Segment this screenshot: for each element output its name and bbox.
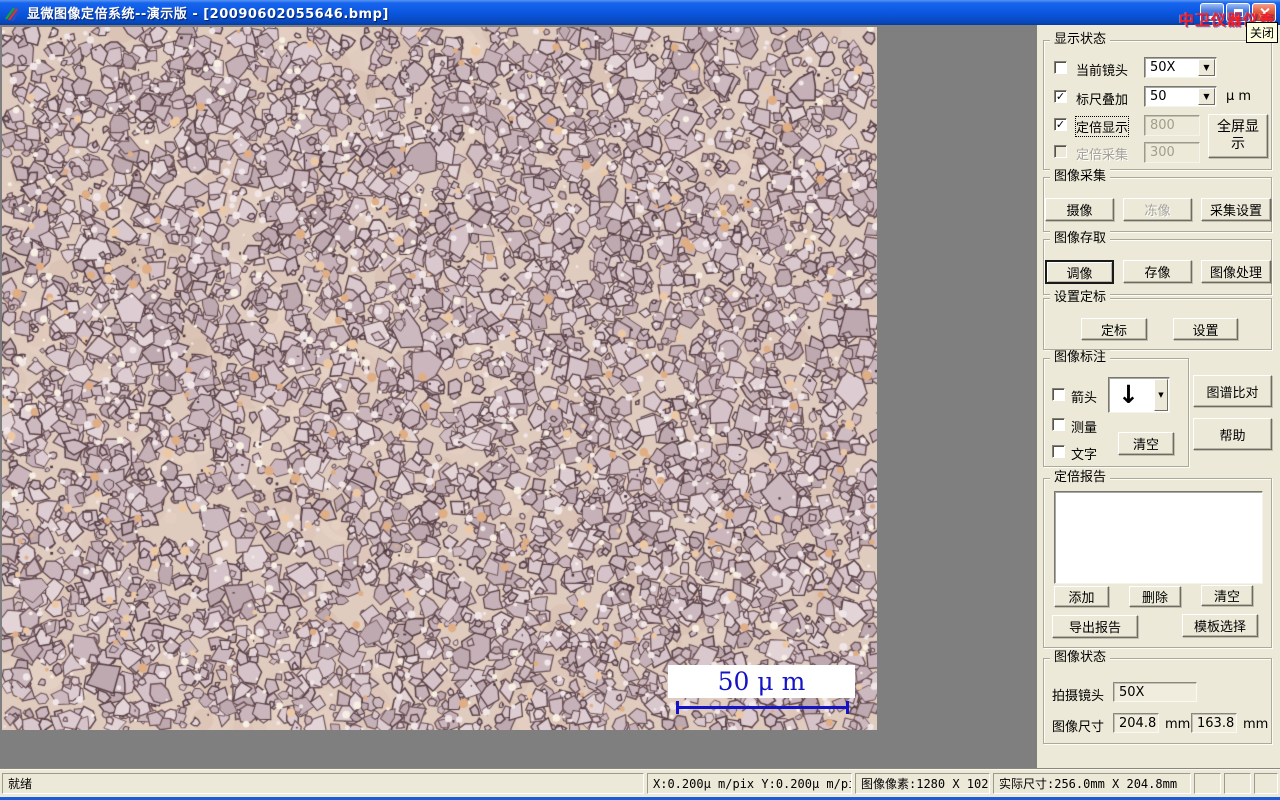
status-empty-1 xyxy=(1194,773,1221,794)
settings-button[interactable]: 设置 xyxy=(1173,318,1238,340)
export-report-button[interactable]: 导出报告 xyxy=(1052,615,1138,638)
fixed-display-label[interactable]: 定倍显示 xyxy=(1074,116,1130,137)
group-title: 图像状态 xyxy=(1050,650,1111,666)
close-tooltip: 关闭 xyxy=(1245,22,1278,43)
status-bar: 就绪 X:0.200μ m/pix Y:0.200μ m/pix 图像像素:12… xyxy=(0,768,1280,797)
micrograph-image[interactable] xyxy=(2,27,877,730)
group-title: 设置定标 xyxy=(1050,290,1111,306)
fixed-capture-input: 300 xyxy=(1144,142,1200,163)
fixed-capture-checkbox xyxy=(1054,145,1067,158)
shooting-lens-label: 拍摄镜头 xyxy=(1052,689,1105,704)
group-title: 图像存取 xyxy=(1050,231,1111,247)
report-clear-button[interactable]: 清空 xyxy=(1201,585,1253,606)
template-select-button[interactable]: 模板选择 xyxy=(1182,614,1258,637)
image-viewport: 50 μ m xyxy=(0,25,1037,768)
group-image-status: 图像状态 拍摄镜头 50X 图像尺寸 204.8 mm 163.8 mm xyxy=(1043,650,1272,744)
capture-video-button[interactable]: 摄像 xyxy=(1045,198,1114,221)
report-delete-button[interactable]: 删除 xyxy=(1129,586,1181,607)
window-title: 显微图像定倍系统--演示版 - [20090602055646.bmp] xyxy=(27,7,389,22)
control-panel: 显示状态 当前镜头 50X ▼ ✓ 标尺叠加 50 ▼ μ m ✓ 定倍显示 8… xyxy=(1037,25,1280,768)
current-lens-value: 50X xyxy=(1150,60,1176,75)
current-lens-label: 当前镜头 xyxy=(1076,64,1129,79)
image-size-label: 图像尺寸 xyxy=(1052,720,1105,735)
current-lens-dropdown[interactable]: 50X ▼ xyxy=(1144,57,1217,78)
app-icon xyxy=(5,6,21,21)
report-add-button[interactable]: 添加 xyxy=(1054,586,1109,607)
scale-bar-label: 50 μ m xyxy=(668,665,855,698)
app-window: 显微图像定倍系统--演示版 - [20090602055646.bmp] 中卫仪… xyxy=(0,0,1280,800)
height-unit-label: mm xyxy=(1243,717,1269,732)
scale-bar-line xyxy=(676,701,849,714)
status-pixel-scale: X:0.200μ m/pix Y:0.200μ m/pix xyxy=(647,773,852,794)
ruler-value-dropdown[interactable]: 50 ▼ xyxy=(1144,86,1217,107)
fixed-display-input: 800 xyxy=(1144,115,1200,136)
status-actual-size: 实际尺寸:256.0mm X 204.8mm xyxy=(993,773,1191,794)
dropdown-arrow-icon[interactable]: ▼ xyxy=(1154,379,1168,411)
atlas-compare-button[interactable]: 图谱比对 xyxy=(1193,375,1272,407)
text-checkbox[interactable] xyxy=(1052,445,1065,458)
status-ready: 就绪 xyxy=(2,773,644,794)
fullscreen-button[interactable]: 全屏显示 xyxy=(1208,114,1268,158)
measure-label: 测量 xyxy=(1071,421,1098,436)
ruler-overlay-checkbox[interactable]: ✓ xyxy=(1054,90,1067,103)
arrow-label: 箭头 xyxy=(1071,391,1098,406)
status-empty-2 xyxy=(1224,773,1251,794)
image-height-value: 163.8 xyxy=(1191,713,1237,733)
dropdown-arrow-icon[interactable]: ▼ xyxy=(1198,88,1215,105)
freeze-button: 冻像 xyxy=(1123,198,1192,221)
group-title: 显示状态 xyxy=(1050,32,1111,48)
group-calibration: 设置定标 定标 设置 xyxy=(1043,290,1272,350)
annotation-clear-button[interactable]: 清空 xyxy=(1118,432,1174,455)
help-button[interactable]: 帮助 xyxy=(1193,418,1272,450)
group-title: 图像标注 xyxy=(1050,350,1111,366)
group-storage: 图像存取 调像 存像 图像处理 xyxy=(1043,231,1272,295)
dropdown-arrow-icon[interactable]: ▼ xyxy=(1198,59,1215,76)
image-processing-button[interactable]: 图像处理 xyxy=(1201,260,1271,283)
fixed-capture-label: 定倍采集 xyxy=(1076,148,1129,163)
width-unit-label: mm xyxy=(1165,717,1191,732)
report-listbox[interactable] xyxy=(1054,491,1263,584)
arrow-style-icon: ↓ xyxy=(1118,380,1139,409)
text-label: 文字 xyxy=(1071,448,1098,463)
group-title: 图像采集 xyxy=(1050,169,1111,185)
group-annotation: 图像标注 箭头 测量 文字 ↓ ▼ 清空 xyxy=(1043,350,1189,467)
status-empty-3 xyxy=(1254,773,1278,794)
ruler-overlay-label: 标尺叠加 xyxy=(1076,93,1129,108)
image-width-value: 204.8 xyxy=(1113,713,1159,733)
calibrate-button[interactable]: 定标 xyxy=(1081,318,1147,340)
current-lens-checkbox[interactable] xyxy=(1054,61,1067,74)
status-image-pixels: 图像像素:1280 X 1024 xyxy=(855,773,990,794)
group-display-status: 显示状态 当前镜头 50X ▼ ✓ 标尺叠加 50 ▼ μ m ✓ 定倍显示 8… xyxy=(1043,32,1272,170)
measure-checkbox[interactable] xyxy=(1052,418,1065,431)
load-image-button[interactable]: 调像 xyxy=(1045,260,1114,284)
group-capture: 图像采集 摄像 冻像 采集设置 xyxy=(1043,169,1272,232)
arrow-checkbox[interactable] xyxy=(1052,388,1065,401)
shooting-lens-value: 50X xyxy=(1113,682,1197,702)
arrow-style-combo[interactable]: ↓ ▼ xyxy=(1108,377,1170,413)
titlebar: 显微图像定倍系统--演示版 - [20090602055646.bmp] 中卫仪… xyxy=(0,0,1280,43)
ruler-unit-label: μ m xyxy=(1226,89,1252,104)
ruler-value: 50 xyxy=(1150,89,1167,104)
save-image-button[interactable]: 存像 xyxy=(1123,260,1192,283)
fixed-display-checkbox[interactable]: ✓ xyxy=(1054,118,1067,131)
group-report: 定倍报告 添加 删除 清空 导出报告 模板选择 xyxy=(1043,470,1272,648)
group-title: 定倍报告 xyxy=(1050,470,1111,486)
capture-settings-button[interactable]: 采集设置 xyxy=(1201,198,1271,221)
